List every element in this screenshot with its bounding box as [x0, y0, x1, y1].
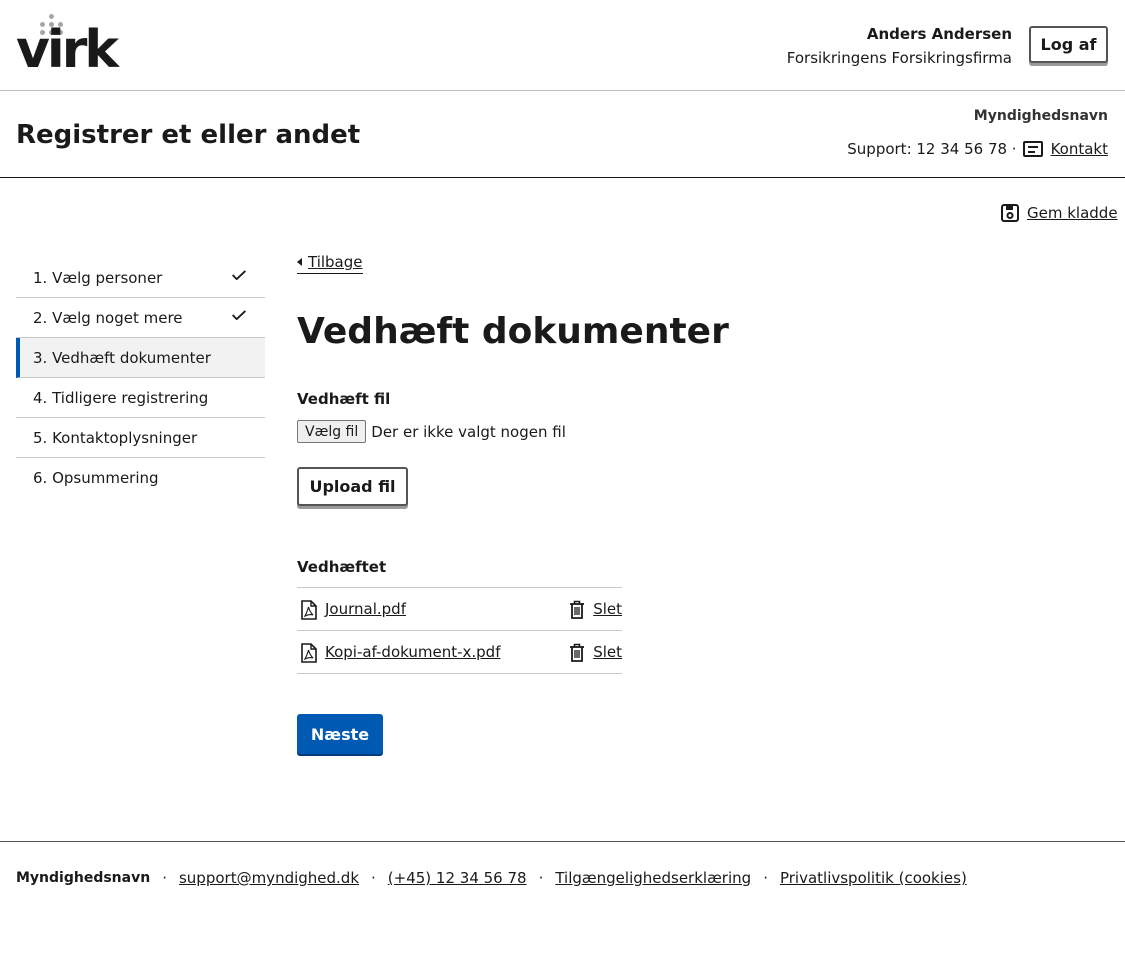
user-info: Anders Andersen Forsikringens Forsikring…: [787, 24, 1012, 68]
virk-logo[interactable]: virk: [16, 14, 119, 78]
attachment-row: Kopi-af-dokument-x.pdf Slet: [297, 631, 622, 674]
step-label: 1. Vælg personer: [33, 269, 163, 287]
no-file-text: Der er ikke valgt nogen fil: [371, 422, 566, 441]
footer-email-link[interactable]: support@myndighed.dk: [179, 869, 359, 887]
attachment-link[interactable]: Journal.pdf: [325, 600, 406, 618]
top-header: virk Anders Andersen Forsikringens Forsi…: [0, 0, 1125, 91]
checkmark-icon: [231, 270, 246, 280]
step-label: 6. Opsummering: [33, 469, 159, 487]
next-button[interactable]: Næste: [297, 714, 383, 754]
support-info: Support: 12 34 56 78 · Kontakt: [847, 140, 1108, 158]
service-title: Registrer et eller andet: [16, 120, 361, 150]
separator-dot: ·: [538, 869, 544, 887]
caret-left-icon: [297, 258, 302, 266]
choose-file-button[interactable]: Vælg fil: [297, 420, 367, 443]
page-title: Vedhæft dokumenter: [297, 311, 729, 352]
step-label: 5. Kontaktoplysninger: [33, 429, 198, 447]
step-5[interactable]: 5. Kontaktoplysninger: [16, 418, 265, 458]
attachment-row: Journal.pdf Slet: [297, 588, 622, 631]
save-draft[interactable]: Gem kladde: [1001, 204, 1118, 222]
pdf-file-icon: [301, 643, 317, 663]
service-header: Registrer et eller andet Myndighedsnavn …: [0, 92, 1125, 178]
step-6[interactable]: 6. Opsummering: [16, 458, 265, 498]
contact-icon: [1022, 141, 1043, 157]
separator-dot: ·: [162, 869, 167, 887]
step-2[interactable]: 2. Vælg noget mere: [16, 298, 265, 338]
delete-link[interactable]: Slet: [593, 600, 622, 618]
footer-accessibility-link[interactable]: Tilgængelighedserklæring: [555, 869, 751, 887]
footer-privacy-link[interactable]: Privatlivspolitik (cookies): [780, 869, 967, 887]
save-draft-link[interactable]: Gem kladde: [1027, 204, 1118, 222]
trash-icon: [570, 600, 584, 619]
support-text: Support: 12 34 56 78 ·: [847, 140, 1017, 158]
step-1[interactable]: 1. Vælg personer: [16, 258, 265, 298]
footer-authority: Myndighedsnavn: [16, 870, 151, 886]
upload-file-button[interactable]: Upload fil: [297, 467, 408, 506]
logout-button[interactable]: Log af: [1029, 26, 1108, 63]
separator-dot: ·: [763, 869, 768, 887]
step-label: 4. Tidligere registrering: [33, 389, 209, 407]
user-name: Anders Andersen: [866, 25, 1012, 43]
file-input: Vælg fil Der er ikke valgt nogen fil: [297, 420, 566, 443]
back-label: Tilbage: [308, 253, 363, 271]
attachment-link[interactable]: Kopi-af-dokument-x.pdf: [325, 643, 500, 661]
step-navigation: 1. Vælg personer 2. Vælg noget mere 3. V…: [16, 258, 265, 498]
user-organization: Forsikringens Forsikringsfirma: [786, 49, 1012, 67]
trash-icon: [570, 643, 584, 662]
step-label: 2. Vælg noget mere: [33, 309, 183, 327]
step-4[interactable]: 4. Tidligere registrering: [16, 378, 265, 418]
step-3-current[interactable]: 3. Vedhæft dokumenter: [16, 338, 265, 378]
contact-link[interactable]: Kontakt: [1051, 140, 1108, 158]
back-link[interactable]: Tilbage: [297, 253, 363, 274]
footer: Myndighedsnavn · support@myndighed.dk · …: [0, 841, 1125, 961]
authority-name: Myndighedsnavn: [973, 108, 1108, 124]
checkmark-icon: [231, 310, 246, 320]
separator-dot: ·: [371, 869, 376, 887]
delete-link[interactable]: Slet: [593, 643, 622, 661]
floppy-disk-icon: [1001, 204, 1019, 222]
footer-phone-link[interactable]: (+45) 12 34 56 78: [388, 869, 527, 887]
attachment-list: Journal.pdf Slet Kopi-af-dokument-x.pdf …: [297, 587, 622, 674]
attach-file-label: Vedhæft fil: [297, 390, 391, 408]
logo-text: virk: [16, 20, 119, 80]
attached-heading: Vedhæftet: [297, 558, 387, 576]
footer-links: Myndighedsnavn · support@myndighed.dk · …: [16, 869, 967, 887]
step-label: 3. Vedhæft dokumenter: [33, 349, 211, 367]
pdf-file-icon: [301, 600, 317, 620]
